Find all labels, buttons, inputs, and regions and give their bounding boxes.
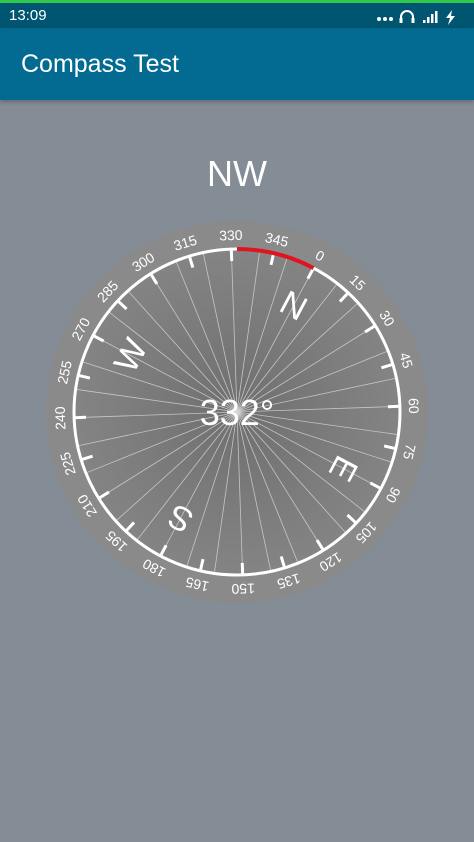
- app-bar: Compass Test: [0, 28, 474, 100]
- status-icons: [377, 10, 455, 25]
- degree-label: 150: [231, 580, 255, 597]
- heading-readout: 332°: [200, 392, 274, 433]
- degree-label: 60: [406, 398, 423, 414]
- degree-label: 330: [219, 227, 243, 244]
- headphones-icon: [399, 10, 415, 23]
- more-dots-icon: [377, 17, 393, 21]
- charging-icon: [446, 10, 455, 25]
- degree-label: 240: [52, 406, 69, 430]
- app-title: Compass Test: [21, 50, 179, 78]
- direction-label: NW: [207, 153, 267, 194]
- compass-dial: 0153045607590105120135150165180195210225…: [46, 221, 428, 603]
- status-time: 13:09: [9, 7, 47, 24]
- signal-icon: [423, 11, 438, 23]
- status-bar: 13:09: [0, 0, 474, 28]
